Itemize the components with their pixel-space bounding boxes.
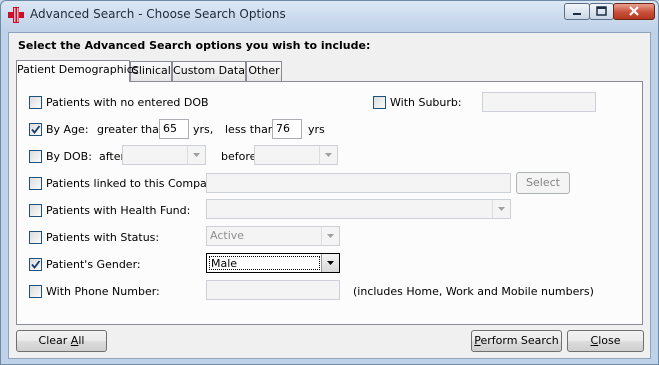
age-min-input[interactable]: 65 [159, 119, 189, 139]
chevron-down-icon [321, 227, 339, 245]
title-bar[interactable]: Advanced Search - Choose Search Options [1, 1, 658, 29]
suburb-checkbox[interactable] [373, 96, 386, 109]
health-fund-label: Patients with Health Fund: [46, 204, 191, 217]
by-dob-checkbox[interactable] [29, 150, 42, 163]
suburb-input[interactable] [482, 92, 596, 112]
minimize-icon [573, 13, 581, 15]
checkmark-icon [31, 260, 41, 269]
yrs-label-2: yrs [308, 123, 325, 136]
tab-custom-data[interactable]: Custom Data [172, 61, 246, 81]
greater-than-label: greater than [97, 123, 166, 136]
status-value: Active [210, 229, 245, 242]
gender-value: Male [209, 256, 320, 270]
status-label: Patients with Status: [46, 231, 160, 244]
dob-after-picker[interactable] [122, 145, 206, 165]
close-x-icon [629, 6, 639, 16]
clear-all-button[interactable]: Clear All [16, 330, 107, 352]
phone-note: (includes Home, Work and Mobile numbers) [353, 285, 594, 298]
chevron-down-icon [321, 254, 339, 272]
company-label: Patients linked to this Company: [46, 177, 224, 190]
dialog-body: Select the Advanced Search options you w… [8, 32, 651, 359]
phone-label: With Phone Number: [46, 285, 160, 298]
gender-checkbox[interactable] [29, 258, 42, 271]
chevron-down-icon [187, 146, 205, 164]
tab-other[interactable]: Other [246, 61, 282, 81]
select-company-button[interactable]: Select [516, 172, 570, 194]
company-checkbox[interactable] [29, 177, 42, 190]
phone-checkbox[interactable] [29, 285, 42, 298]
window-title: Advanced Search - Choose Search Options [30, 7, 286, 21]
close-window-button[interactable] [613, 3, 655, 20]
by-age-checkbox[interactable] [29, 123, 42, 136]
status-checkbox[interactable] [29, 231, 42, 244]
no-dob-label: Patients with no entered DOB [46, 96, 209, 109]
perform-search-button[interactable]: Perform Search [471, 330, 562, 352]
company-input[interactable] [206, 173, 511, 193]
gender-dropdown[interactable]: Male [206, 253, 340, 273]
health-fund-checkbox[interactable] [29, 204, 42, 217]
minimize-button[interactable] [564, 3, 590, 20]
dialog-window: Advanced Search - Choose Search Options … [0, 0, 659, 365]
by-age-label: By Age: [46, 123, 89, 136]
yrs-label-1: yrs, [193, 123, 214, 136]
age-max-input[interactable]: 76 [272, 119, 302, 139]
close-button[interactable]: Close [567, 330, 644, 352]
phone-input[interactable] [206, 280, 340, 300]
status-dropdown[interactable]: Active [206, 226, 340, 246]
demographics-panel: Patients with no entered DOB With Suburb… [16, 81, 643, 325]
by-dob-label: By DOB: [46, 150, 92, 163]
maximize-icon [596, 6, 607, 16]
app-cross-icon [7, 6, 25, 24]
tab-patient-demographics[interactable]: Patient Demographics [16, 60, 139, 82]
gender-label: Patient's Gender: [46, 258, 141, 271]
chevron-down-icon [319, 146, 337, 164]
before-label: before [221, 150, 257, 163]
instructions-heading: Select the Advanced Search options you w… [18, 39, 371, 52]
less-than-label: less than [225, 123, 275, 136]
maximize-button[interactable] [589, 3, 614, 20]
dob-before-picker[interactable] [254, 145, 338, 165]
checkmark-icon [31, 125, 41, 134]
health-fund-dropdown[interactable] [206, 199, 511, 219]
no-dob-checkbox[interactable] [29, 96, 42, 109]
suburb-label: With Suburb: [390, 96, 462, 109]
chevron-down-icon [492, 200, 510, 218]
